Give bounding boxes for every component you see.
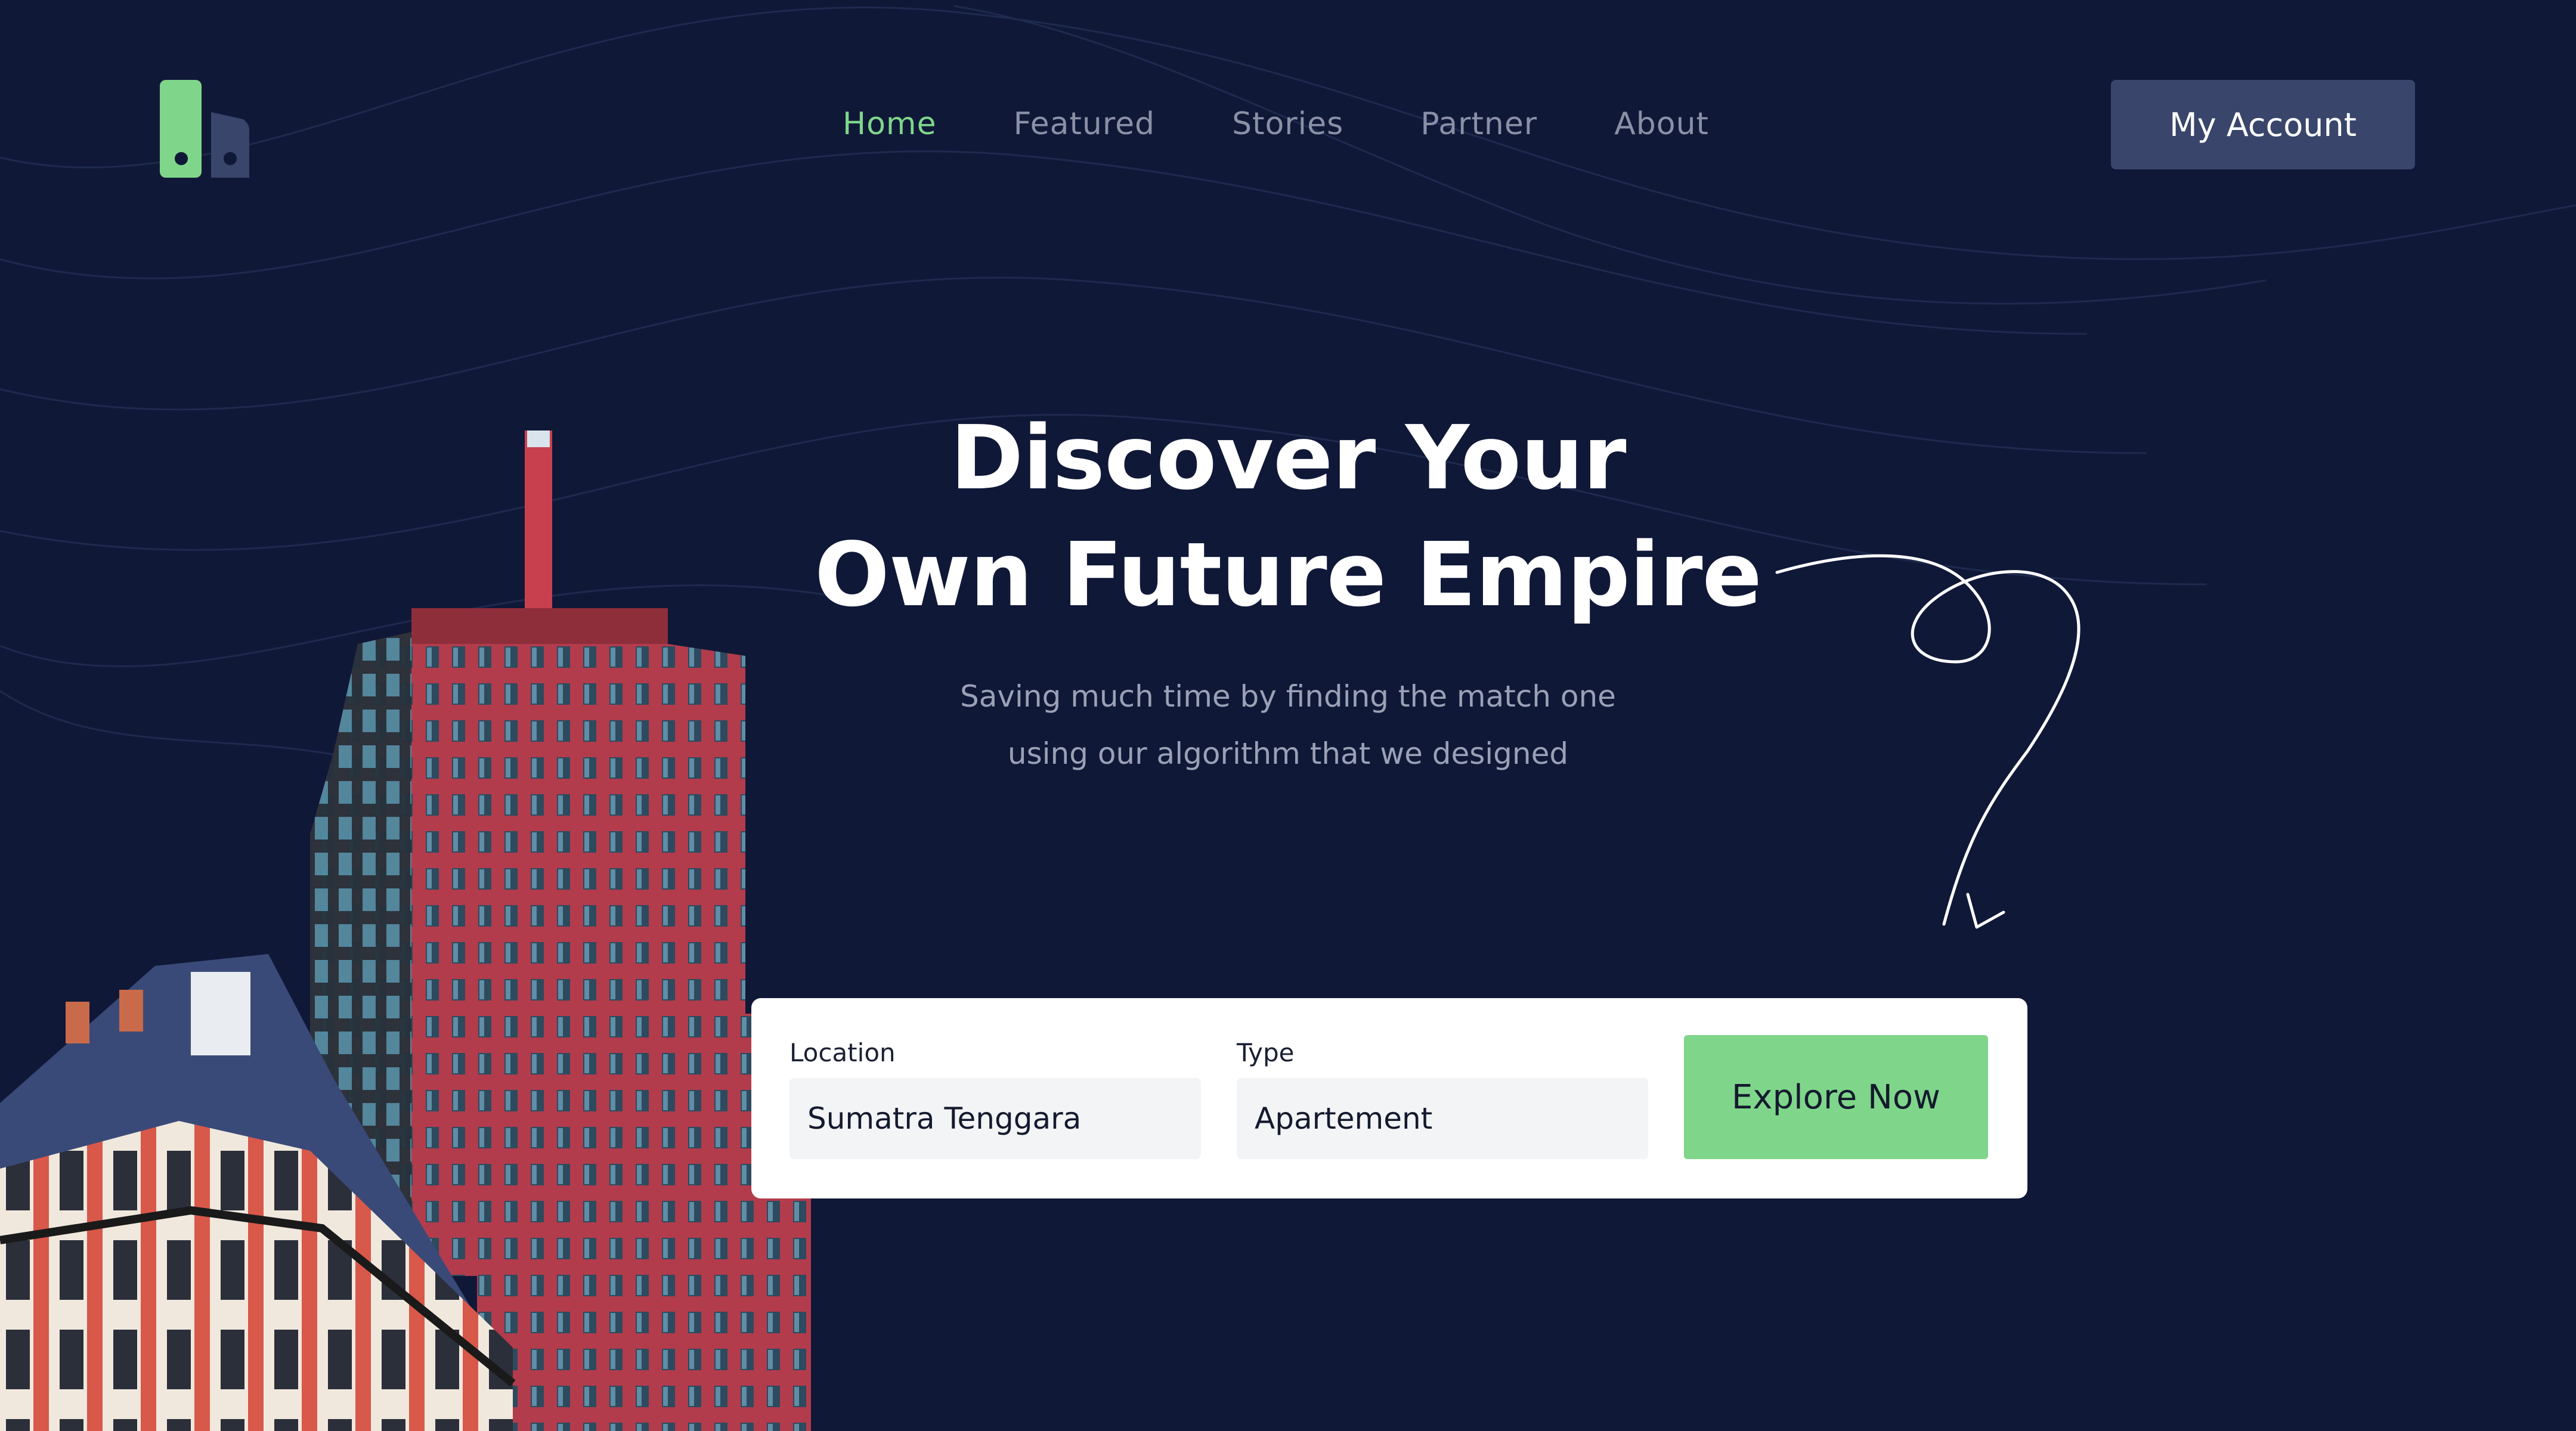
- nav-partner[interactable]: Partner: [1420, 106, 1537, 142]
- hero-title-line1: Discover Your: [950, 407, 1626, 509]
- explore-now-button[interactable]: Explore Now: [1684, 1035, 1988, 1159]
- nav-featured[interactable]: Featured: [1014, 106, 1156, 142]
- type-label: Type: [1237, 1038, 1295, 1067]
- nav-stories[interactable]: Stories: [1232, 106, 1343, 142]
- main-nav: Home Featured Stories Partner About: [843, 100, 1709, 148]
- location-input[interactable]: Sumatra Tenggara: [789, 1078, 1201, 1159]
- buildings-image: [0, 430, 811, 1431]
- curly-arrow-icon: [1775, 554, 2080, 929]
- type-input[interactable]: Apartement: [1237, 1078, 1648, 1159]
- hero-subtitle-line1: Saving much time by finding the match on…: [960, 679, 1616, 714]
- my-account-button[interactable]: My Account: [2111, 80, 2415, 169]
- landing-page: Home Featured Stories Partner About My A…: [0, 0, 2576, 1431]
- type-field: Type Apartement: [1237, 1036, 1648, 1159]
- hero-title: Discover Your Own Future Empire: [692, 399, 1884, 633]
- location-label: Location: [789, 1038, 896, 1067]
- hero-subtitle-line2: using our algorithm that we designed: [1007, 736, 1569, 771]
- location-field: Location Sumatra Tenggara: [789, 1036, 1201, 1159]
- nav-about[interactable]: About: [1614, 106, 1709, 142]
- hero-subtitle: Saving much time by finding the match on…: [811, 668, 1765, 782]
- nav-home[interactable]: Home: [843, 106, 937, 142]
- logo-icon[interactable]: [160, 76, 255, 179]
- search-card: Location Sumatra Tenggara Type Apartemen…: [751, 998, 2027, 1198]
- hero-title-line2: Own Future Empire: [815, 524, 1762, 626]
